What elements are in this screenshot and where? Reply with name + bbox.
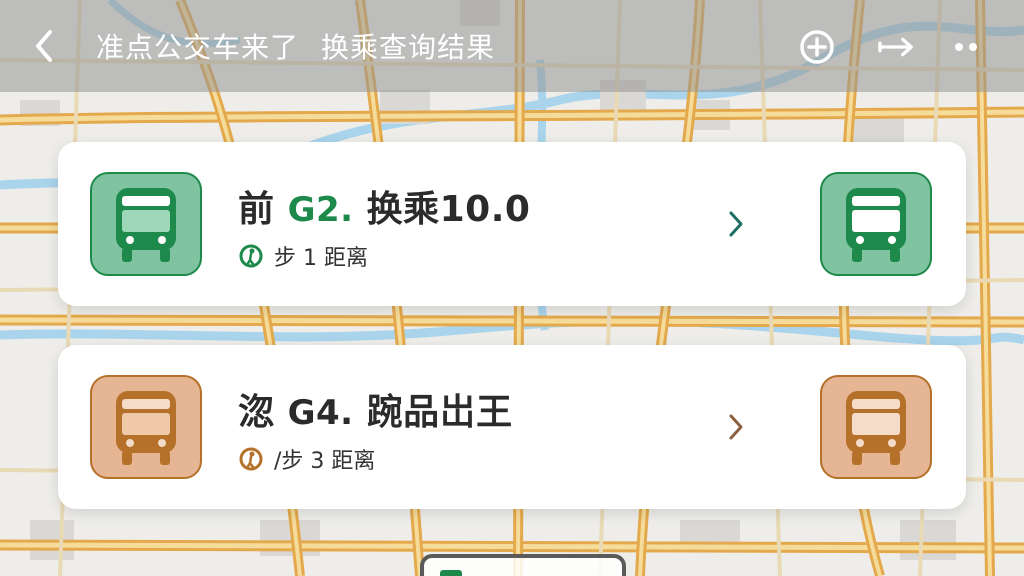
bus-tile	[820, 172, 932, 276]
chevron-left-icon	[36, 30, 52, 62]
chevron-right-icon[interactable]	[720, 208, 752, 240]
route-name: 换乘10.0	[366, 189, 531, 230]
route-prefix: 淴	[238, 392, 275, 433]
walk-info: 步 1 距离	[238, 240, 368, 272]
bus-tile	[820, 375, 932, 479]
bus-icon	[116, 391, 176, 465]
route-card[interactable]: 前 G2. 换乘10.0 步 1 距离	[58, 142, 966, 306]
page-title: 准点公交车来了 换乘查询结果	[96, 26, 495, 66]
app-title: 准点公交车来了	[96, 31, 300, 64]
bus-stub-icon	[440, 570, 462, 576]
chevron-right-icon[interactable]	[720, 411, 752, 443]
route-code: G2.	[287, 190, 354, 230]
share-button[interactable]	[878, 28, 916, 66]
bottom-action-button[interactable]	[420, 554, 626, 576]
page-subtitle: 换乘查询结果	[321, 31, 496, 64]
route-title: 淴 G4. 踠品岀王	[238, 383, 513, 435]
back-button[interactable]	[26, 28, 62, 64]
route-card[interactable]: 淴 G4. 踠品岀王 /步 3 距离	[58, 345, 966, 509]
route-name: 踠品岀王	[366, 392, 513, 433]
route-prefix: 前	[238, 189, 275, 230]
bus-icon	[846, 391, 906, 465]
walk-info: /步 3 距离	[238, 443, 375, 475]
walk-text: /步 3 距离	[274, 449, 376, 474]
bus-tile	[90, 172, 202, 276]
arrow-right-icon	[878, 37, 913, 57]
bus-icon	[116, 188, 176, 262]
more-button[interactable]	[950, 28, 988, 66]
route-title: 前 G2. 换乘10.0	[238, 180, 530, 232]
walk-icon	[238, 446, 264, 472]
top-app-bar: 准点公交车来了 换乘查询结果	[0, 0, 1024, 92]
add-circle-icon	[800, 30, 834, 64]
walk-text: 步 1 距离	[274, 246, 368, 271]
walk-icon	[238, 243, 264, 269]
bus-icon	[846, 188, 906, 262]
bus-tile	[90, 375, 202, 479]
route-code: G4.	[287, 393, 354, 433]
add-button[interactable]	[798, 28, 836, 66]
more-dots-icon	[955, 43, 977, 51]
